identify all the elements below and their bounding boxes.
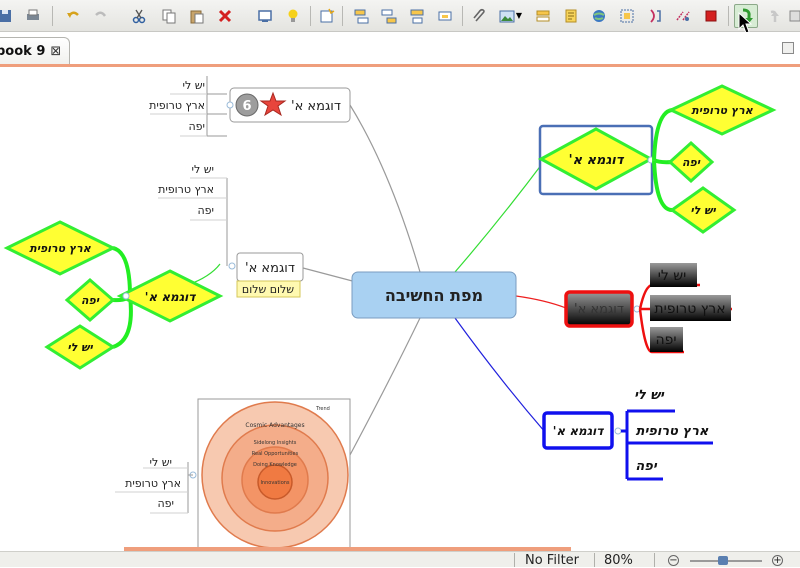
toolbar: ▼ [0,0,800,34]
close-icon[interactable]: ⊠ [50,44,61,59]
copy-icon[interactable] [158,5,180,27]
collapse-handle[interactable] [228,262,236,270]
image-ring-label: Innovations [260,480,289,486]
note-text: שלום שלום [242,283,294,296]
branch-line [349,104,421,273]
attachment-icon[interactable] [468,5,490,27]
image-ring-label: Doing Knowledge [253,462,297,468]
topic-right-blue-label: 'דוגמא א [553,424,605,438]
paste-icon[interactable] [186,5,208,27]
priority-icon-number: 6 [242,99,251,114]
topic-left-label: 'דוגמא א [245,261,295,276]
subtopic[interactable]: ארץ טרופית [125,477,181,490]
diamond-subtopic-label: יש לי [67,341,93,354]
diamond-subtopic-label: יפה [81,294,100,307]
subtopic[interactable]: יפה [635,459,657,474]
summary-icon[interactable] [532,5,554,27]
image-ring-label: Real Opportunities [252,451,299,457]
subtopic[interactable]: יש לי [183,79,205,92]
save-icon[interactable] [0,5,16,27]
zoom-out-icon[interactable]: − [668,555,679,566]
branch-line [302,267,361,284]
hyperlink-icon[interactable] [588,5,610,27]
subtopic[interactable]: יש לי [150,456,172,469]
note-icon[interactable] [560,5,582,27]
filter-status[interactable]: No Filter [525,554,579,568]
tab-label: book 9 [0,43,46,59]
subtopic[interactable]: יפה [157,497,174,510]
redo-icon[interactable] [90,5,112,27]
subtopic[interactable]: יש לי [634,388,665,403]
branch-line [515,295,567,309]
subtopic[interactable]: יש לי [192,163,214,176]
lightbulb-icon[interactable] [282,5,304,27]
insert-topic-icon[interactable] [350,5,372,27]
mindmap-svg: מפת החשיבה 6 'דוגמא א יש לי ארץ טרופית י… [3,76,777,552]
boundary-icon[interactable] [616,5,638,27]
collapse-handle[interactable] [226,101,234,109]
dark-subtopic-label: ארץ טרופית [654,301,725,317]
new-map-icon[interactable] [316,5,338,27]
marker-icon[interactable] [672,5,694,27]
dark-subtopic-label: יש לי [658,268,687,284]
subtopic[interactable]: ארץ טרופית [158,183,214,196]
print-icon[interactable] [22,5,44,27]
maximize-icon[interactable] [782,42,794,54]
tab-book-9[interactable]: book 9 ⊠ [0,37,70,64]
subtopic[interactable]: יפה [197,204,214,217]
delete-icon[interactable] [214,5,236,27]
zoom-slider-handle[interactable] [718,556,728,565]
topic-right-green-label: 'דוגמא א [569,153,625,168]
insert-parent-icon[interactable] [406,5,428,27]
diamond-topic-label: 'דוגמא א [145,290,197,304]
subtopic[interactable]: ארץ טרופית [149,99,205,112]
diamond-subtopic-label: ארץ טרופית [29,242,92,255]
diamond-subtopic-label: יש לי [690,204,716,217]
stop-icon[interactable] [700,5,722,27]
diamond-subtopic-label: ארץ טרופית [691,104,754,117]
topic-top-label: 'דוגמא א [291,99,341,114]
central-topic-label: מפת החשיבה [385,286,483,305]
dark-subtopic-label: יפה [655,332,676,348]
image-ring-label: Trend [315,406,330,412]
subtopic[interactable]: ארץ טרופית [636,424,709,439]
insert-floating-icon[interactable] [434,5,456,27]
zoom-in-icon[interactable]: + [772,555,783,566]
zoom-level: 80% [604,553,633,568]
branch-line [349,317,421,456]
insert-subtopic-icon[interactable] [378,5,400,27]
more-icon[interactable] [788,5,800,27]
chevron-down-icon[interactable]: ▼ [514,5,524,27]
status-bar: No Filter 80% − + [0,551,800,568]
editor-tab-bar: book 9 ⊠ [0,32,800,66]
topic-right-red-label: 'דוגמא א [574,302,624,317]
image-ring-label: Sidelong Insights [254,440,297,446]
cut-icon[interactable] [128,5,150,27]
diamond-subtopic-label: יפה [682,156,701,169]
undo-icon[interactable] [62,5,84,27]
branch-line [454,317,546,433]
mindmap-canvas[interactable]: מפת החשיבה 6 'דוגמא א יש לי ארץ טרופית י… [0,67,800,552]
branch-line [454,159,546,273]
drill-up-icon[interactable] [762,5,784,27]
subtopic[interactable]: יפה [188,120,205,133]
relationship-icon[interactable] [644,5,666,27]
image-ring-label: Cosmic Advantages [245,422,304,429]
present-icon[interactable] [254,5,276,27]
